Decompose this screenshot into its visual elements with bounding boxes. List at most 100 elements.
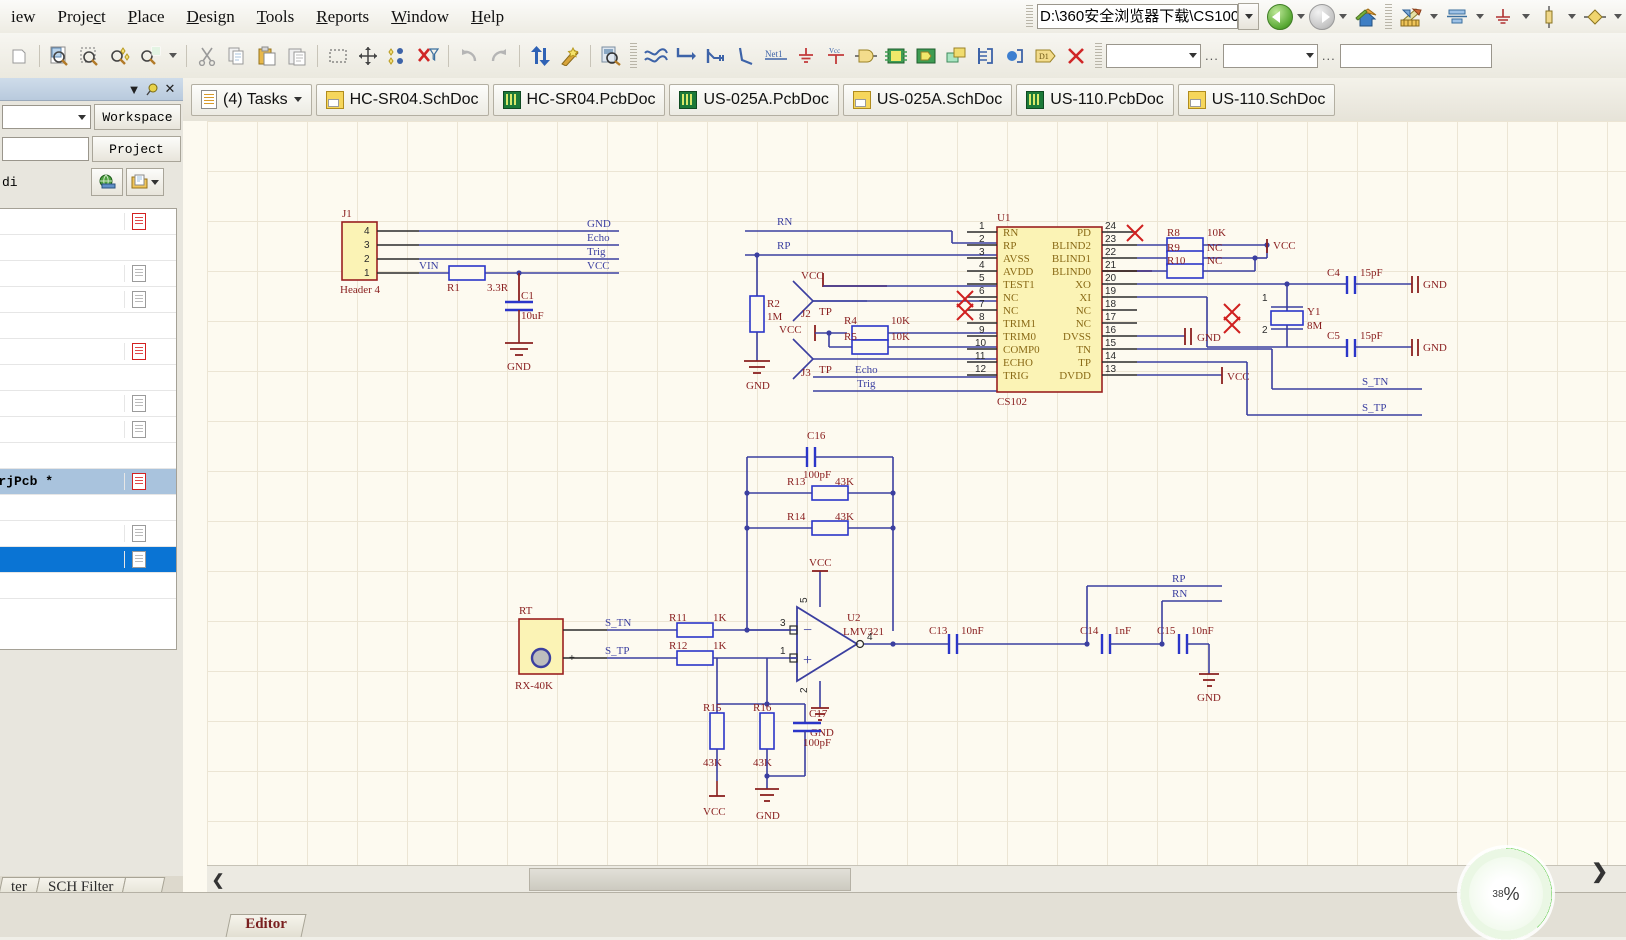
cut-button[interactable] — [194, 43, 220, 69]
menu-tools[interactable]: Tools — [246, 4, 306, 30]
forward-dropdown-icon[interactable] — [1339, 14, 1347, 19]
panel-dropdown-icon[interactable]: ▼ — [125, 81, 143, 97]
toolbar-grip-3[interactable] — [630, 42, 637, 69]
toolbar-grip[interactable] — [1026, 4, 1033, 29]
chevron-down-icon[interactable] — [293, 97, 302, 102]
toolbar-partial-icon[interactable] — [6, 43, 32, 69]
measure-button[interactable] — [1398, 4, 1424, 30]
place-device-sheet-button[interactable] — [943, 43, 969, 69]
filter-combo-1[interactable] — [1106, 43, 1201, 68]
place-sheet-symbol-button[interactable] — [883, 43, 909, 69]
gnd-dropdown-icon[interactable] — [1522, 14, 1530, 19]
place-diode-button[interactable] — [1582, 4, 1608, 30]
tree-row[interactable]: c — [0, 287, 176, 313]
project-button[interactable]: Project — [91, 136, 181, 162]
forward-button[interactable] — [1309, 3, 1335, 30]
redo-button[interactable] — [486, 43, 512, 69]
panel-search-input[interactable] — [2, 137, 89, 161]
part-dropdown-icon[interactable] — [1568, 14, 1576, 19]
panel-globe-button[interactable] — [91, 168, 123, 196]
tree-row-selected-document[interactable] — [0, 547, 176, 573]
place-vcc-port-button[interactable]: Vcc — [823, 43, 849, 69]
filter-combo-2[interactable] — [1222, 43, 1318, 68]
clear-filter-button[interactable] — [415, 43, 441, 69]
canvas-horizontal-scrollbar[interactable]: ❮ — [207, 865, 1626, 893]
menu-view[interactable]: iew — [0, 4, 47, 30]
place-gnd-button[interactable] — [1490, 4, 1516, 30]
menu-help[interactable]: Help — [460, 4, 515, 30]
tree-row[interactable]: c — [0, 417, 176, 443]
tree-row-active-project[interactable]: . PrjPcb * — [0, 469, 176, 495]
zoom-dropdown-icon[interactable] — [169, 53, 177, 58]
select-area-button[interactable] — [325, 43, 351, 69]
back-button[interactable] — [1267, 3, 1293, 30]
place-wire-button[interactable] — [643, 43, 669, 69]
tree-row[interactable]: c — [0, 261, 176, 287]
tree-row[interactable]: s — [0, 235, 176, 261]
menu-place[interactable]: Place — [117, 4, 176, 30]
annotate-button[interactable] — [557, 43, 583, 69]
tree-row[interactable] — [0, 443, 176, 469]
tab-hc-sr04-schdoc[interactable]: HC-SR04.SchDoc — [315, 83, 489, 116]
project-tree[interactable]: * s c c * s — [0, 208, 177, 650]
align-button[interactable] — [1444, 4, 1470, 30]
place-port-button[interactable] — [1003, 43, 1029, 69]
place-harness-button[interactable] — [973, 43, 999, 69]
measure-dropdown-icon[interactable] — [1430, 14, 1438, 19]
place-bus-button[interactable] — [673, 43, 699, 69]
tree-row[interactable] — [0, 573, 176, 599]
browse-library-button[interactable] — [598, 43, 624, 69]
tab-us-025a-pcbdoc[interactable]: US-025A.PcbDoc — [669, 83, 839, 116]
menu-project[interactable]: Project — [47, 4, 117, 30]
scroll-left-button[interactable]: ❮ — [207, 867, 229, 892]
project-path-field[interactable]: D:\360安全浏览器下载\CS100A-C — [1037, 4, 1238, 29]
place-designator-button[interactable]: D1 — [1033, 43, 1059, 69]
paste-special-button[interactable] — [284, 43, 310, 69]
filter-ellipsis-2[interactable]: ... — [1322, 48, 1336, 63]
tree-row[interactable]: s — [0, 495, 176, 521]
place-line-button[interactable] — [733, 43, 759, 69]
scroll-right-button[interactable]: ❯ — [1591, 859, 1608, 884]
place-bus-entry-button[interactable] — [703, 43, 729, 69]
toolbar-grip-2[interactable] — [1385, 3, 1392, 30]
schematic-canvas[interactable]: .w{stroke:#3b3fa0;stroke-width:1.6;fill:… — [207, 121, 1626, 866]
scroll-thumb[interactable] — [529, 868, 851, 891]
workspace-button[interactable]: Workspace — [93, 104, 181, 130]
tree-row[interactable]: * — [0, 209, 176, 235]
update-pcb-button[interactable] — [527, 43, 553, 69]
tab-us-025a-schdoc[interactable]: US-025A.SchDoc — [842, 83, 1013, 116]
tab-us-110-pcbdoc[interactable]: US-110.PcbDoc — [1016, 83, 1174, 116]
undo-button[interactable] — [456, 43, 482, 69]
place-sheet-entry-button[interactable] — [913, 43, 939, 69]
tree-row[interactable] — [0, 521, 176, 547]
move-button[interactable] — [355, 43, 381, 69]
filter-ellipsis-1[interactable]: ... — [1205, 48, 1219, 63]
editor-tab[interactable]: Editor — [225, 914, 307, 937]
tree-row[interactable]: c — [0, 391, 176, 417]
zoom-selected-button[interactable] — [107, 43, 133, 69]
tree-row[interactable]: * — [0, 339, 176, 365]
filter-expression-field[interactable] — [1339, 43, 1492, 68]
place-part-button[interactable] — [1536, 4, 1562, 30]
menu-window[interactable]: Window — [380, 4, 460, 30]
panel-pin-icon[interactable] — [143, 81, 161, 97]
copy-button[interactable] — [224, 43, 250, 69]
zoom-area-button[interactable] — [77, 43, 103, 69]
panel-close-icon[interactable]: ✕ — [161, 81, 179, 97]
place-netlabel-button[interactable]: Net1 — [763, 43, 789, 69]
home-button[interactable] — [1353, 4, 1379, 30]
menu-reports[interactable]: Reports — [305, 4, 380, 30]
paste-button[interactable] — [254, 43, 280, 69]
place-gnd-port-button[interactable] — [793, 43, 819, 69]
align-dropdown-icon[interactable] — [1476, 14, 1484, 19]
tab-tasks[interactable]: (4) Tasks — [191, 83, 312, 116]
panel-open-button[interactable] — [126, 168, 164, 196]
toolbar-grip-4[interactable] — [1095, 42, 1102, 69]
back-dropdown-icon[interactable] — [1297, 14, 1305, 19]
place-no-erc-button[interactable] — [1063, 43, 1089, 69]
menu-design[interactable]: Design — [176, 4, 246, 30]
zoom-filtered-button[interactable] — [137, 43, 163, 69]
tab-us-110-schdoc[interactable]: US-110.SchDoc — [1177, 83, 1336, 116]
panel-scope-combo[interactable] — [2, 105, 91, 129]
zoom-document-button[interactable] — [47, 43, 73, 69]
